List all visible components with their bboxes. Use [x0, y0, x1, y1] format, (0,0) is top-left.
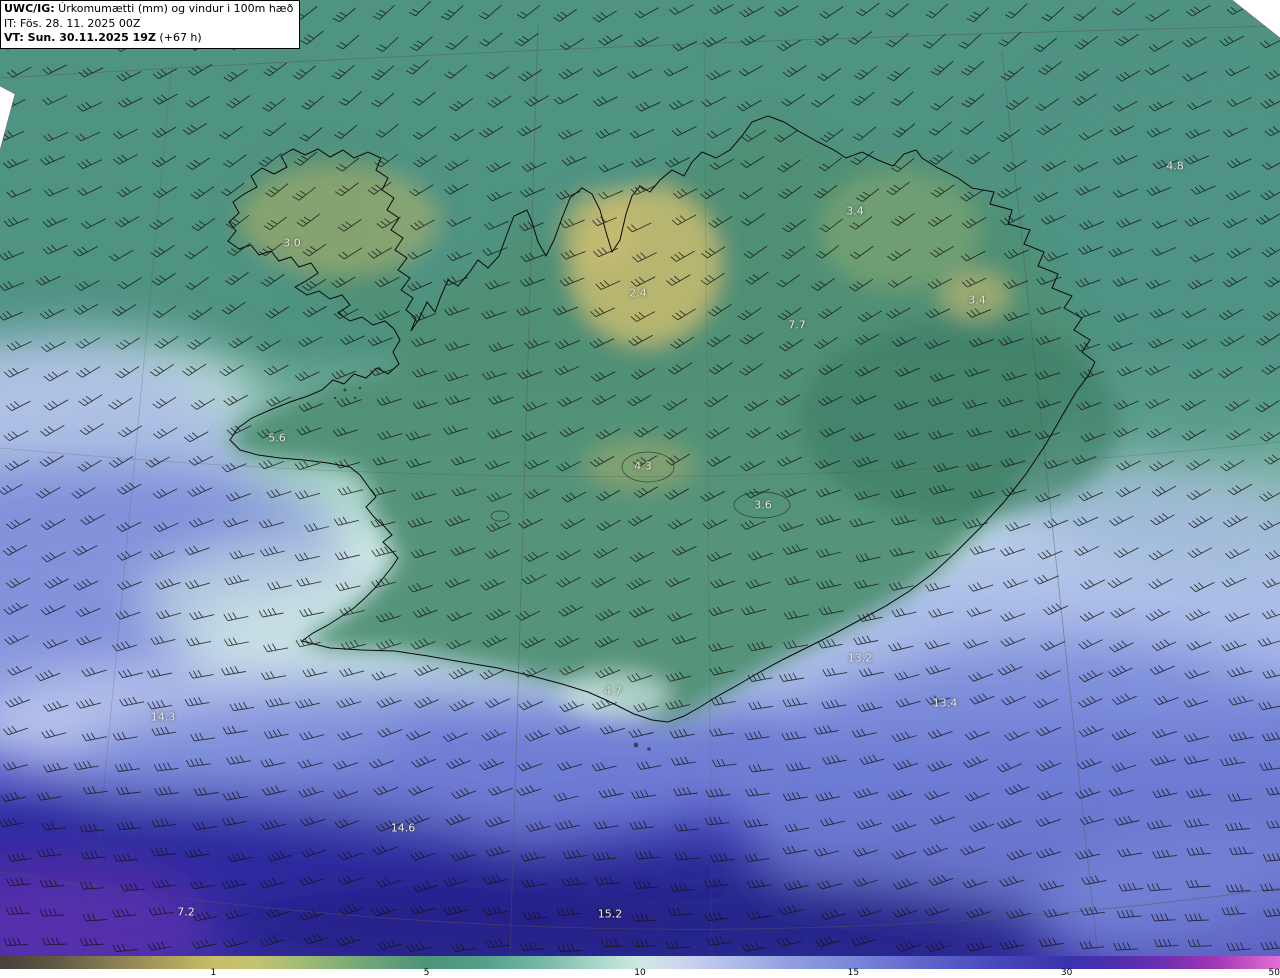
init-time: IT: Fös. 28. 11. 2025 00Z	[4, 16, 141, 30]
legend-ticks: 1 5 10 15 30 50	[0, 969, 1280, 978]
valid-time: VT: Sun. 30.11.2025 19Z	[4, 31, 156, 45]
map-title: Úrkomumætti (mm) og vindur i 100m hæð	[54, 2, 294, 15]
legend-tick-label: 15	[847, 968, 860, 978]
model-name: UWC/IG:	[4, 2, 55, 15]
weather-map-screen: 4.8 3.4 3.0 2.4 3.4 7.7 5.6 4.3 3.6 13.2 4.7 13.4 14…	[0, 0, 1280, 978]
map-title-line: UWC/IG: Úrkomumætti (mm) og vindur i 100…	[4, 2, 293, 17]
legend-tick-label: 30	[1060, 968, 1073, 978]
title-box: UWC/IG: Úrkomumætti (mm) og vindur i 100…	[0, 0, 301, 49]
legend-tick-label: 10	[634, 968, 646, 978]
legend-tick-label: 50	[1268, 968, 1280, 978]
valid-time-offset: (+67 h)	[155, 31, 202, 45]
map-area: 4.8 3.4 3.0 2.4 3.4 7.7 5.6 4.3 3.6 13.2 4.7 13.4 14…	[0, 0, 1280, 956]
valid-time-line: VT: Sun. 30.11.2025 19Z (+67 h)	[4, 31, 293, 46]
legend-tick-label: 1	[210, 968, 217, 978]
colorbar-legend: 1 5 10 15 30 50	[0, 956, 1280, 978]
precip-wind-map	[0, 0, 1280, 956]
legend-tick-label: 5	[423, 968, 430, 978]
